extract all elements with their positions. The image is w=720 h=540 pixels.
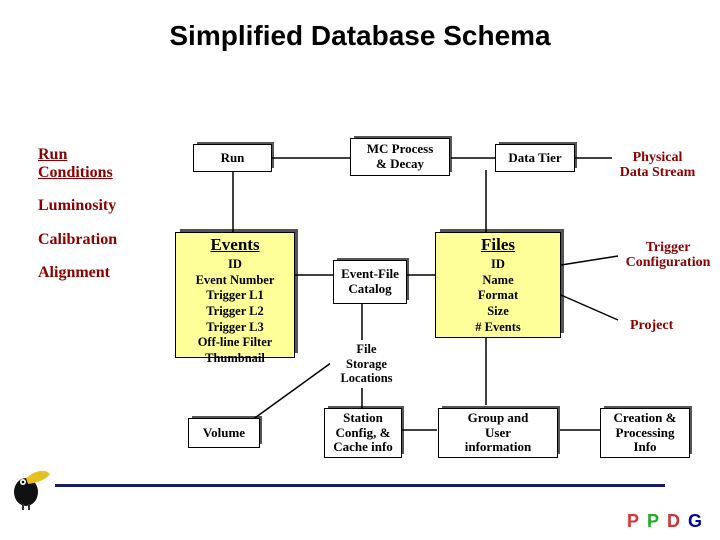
logo-p2: P: [647, 511, 667, 531]
storage-l3: Locations: [340, 371, 392, 385]
box-run-label: Run: [221, 151, 245, 166]
toucan-icon: [8, 460, 52, 510]
box-events-body: ID Event Number Trigger L1 Trigger L2 Tr…: [176, 255, 294, 368]
box-creation: Creation & Processing Info: [600, 408, 690, 458]
box-run: Run: [193, 144, 272, 172]
ppdg-logo: PPDG: [627, 511, 710, 532]
groupuser-l3: information: [465, 440, 531, 455]
efcatalog-l2: Catalog: [348, 282, 391, 297]
box-files: Files ID Name Format Size # Events: [435, 232, 561, 338]
footer-rule: [55, 484, 665, 487]
physical-l2: Data Stream: [610, 165, 705, 180]
box-station: Station Config, & Cache info: [324, 408, 402, 458]
events-line: Trigger L3: [180, 320, 290, 336]
efcatalog-l1: Event-File: [341, 267, 399, 282]
box-groupuser: Group and User information: [438, 408, 558, 458]
groupuser-l2: User: [485, 426, 511, 441]
files-line: Format: [440, 288, 556, 304]
trigger-l2: Configuration: [618, 255, 718, 270]
station-l2: Config, &: [336, 426, 391, 441]
events-line: Thumbnail: [180, 351, 290, 367]
files-line: # Events: [440, 320, 556, 336]
box-volume: Volume: [188, 418, 260, 448]
box-files-head: Files: [436, 233, 560, 255]
files-line: ID: [440, 257, 556, 273]
files-line: Name: [440, 273, 556, 289]
box-events: Events ID Event Number Trigger L1 Trigge…: [175, 232, 295, 358]
box-mc: MC Process & Decay: [350, 138, 450, 176]
label-project: Project: [630, 318, 673, 333]
volume-label: Volume: [203, 426, 245, 441]
creation-l1: Creation &: [614, 411, 677, 426]
box-datatier-label: Data Tier: [508, 151, 561, 166]
box-datatier: Data Tier: [495, 144, 575, 172]
box-mc-l2: & Decay: [376, 157, 424, 172]
logo-g: G: [688, 511, 710, 531]
box-files-body: ID Name Format Size # Events: [436, 255, 560, 337]
creation-l2: Processing: [616, 426, 675, 441]
label-trigger: Trigger Configuration: [618, 240, 718, 271]
station-l1: Station: [343, 411, 383, 426]
physical-l1: Physical: [610, 150, 705, 165]
trigger-l1: Trigger: [618, 240, 718, 255]
groupuser-l1: Group and: [468, 411, 529, 426]
box-efcatalog: Event-File Catalog: [333, 260, 407, 304]
events-line: Trigger L2: [180, 304, 290, 320]
storage-l2: Storage: [346, 357, 387, 371]
storage-l1: File: [356, 342, 376, 356]
creation-l3: Info: [633, 440, 656, 455]
sidebar-item: Calibration: [38, 231, 138, 249]
box-mc-l1: MC Process: [367, 142, 434, 157]
sidebar-item: Alignment: [38, 264, 138, 282]
events-line: Trigger L1: [180, 288, 290, 304]
events-line: ID: [180, 257, 290, 273]
events-line: Event Number: [180, 273, 290, 289]
sidebar: Run Conditions Luminosity Calibration Al…: [38, 146, 138, 298]
station-l3: Cache info: [333, 440, 393, 455]
sidebar-item: Run Conditions: [38, 146, 138, 181]
events-line: Off-line Filter: [180, 335, 290, 351]
box-storage: File Storage Locations: [330, 340, 403, 388]
page-title: Simplified Database Schema: [0, 20, 720, 52]
label-physical: Physical Data Stream: [610, 150, 705, 181]
sidebar-item: Luminosity: [38, 197, 138, 215]
files-line: Size: [440, 304, 556, 320]
box-events-head: Events: [176, 233, 294, 255]
logo-d: D: [667, 511, 688, 531]
logo-p1: P: [627, 511, 647, 531]
